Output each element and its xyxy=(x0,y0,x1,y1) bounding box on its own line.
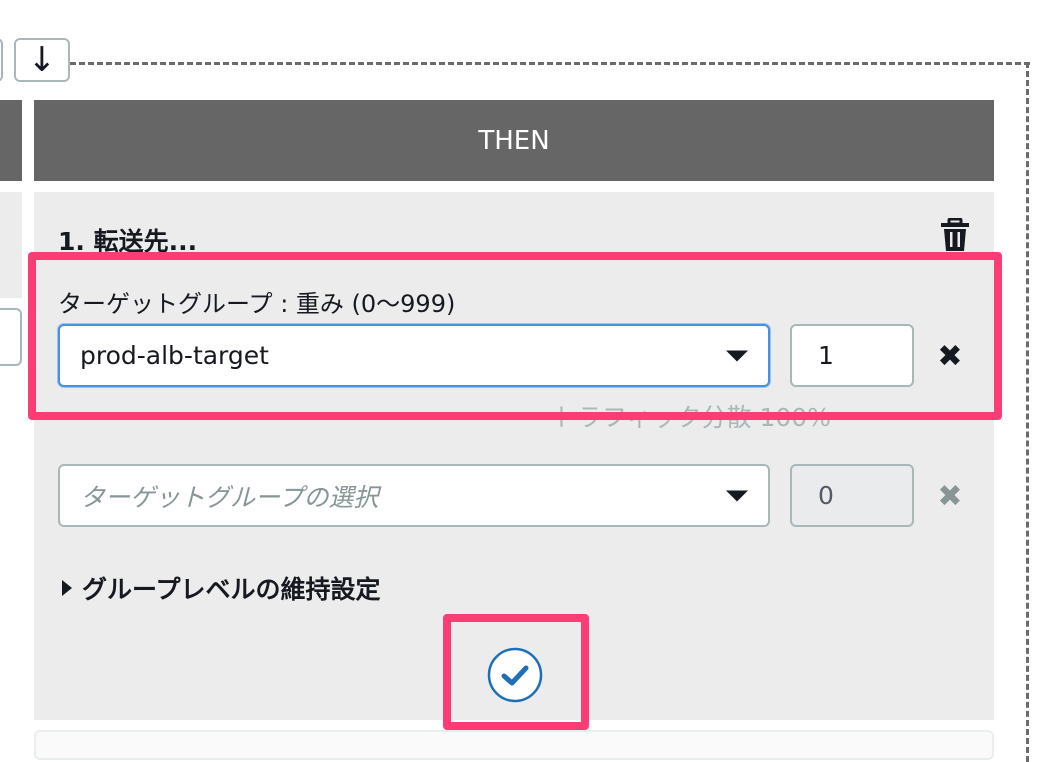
trash-icon[interactable] xyxy=(940,218,970,252)
if-column-header xyxy=(0,100,22,181)
then-header-label: THEN xyxy=(478,125,550,156)
target-group-placeholder: ターゲットグループの選択 xyxy=(80,482,379,512)
target-group-select-empty[interactable]: ターゲットグループの選択 xyxy=(58,464,770,527)
then-column-header: THEN xyxy=(34,100,994,181)
highlight-confirm-button xyxy=(443,614,589,730)
caret-right-icon xyxy=(62,580,72,596)
caret-down-icon xyxy=(726,490,748,501)
rule-container-border-top xyxy=(70,62,1030,65)
move-up-button-edge[interactable] xyxy=(0,38,3,82)
rule-container-border-right xyxy=(1026,62,1029,762)
arrow-down-icon: ↓ xyxy=(27,40,57,80)
highlight-target-row xyxy=(28,252,1002,420)
if-add-button-edge[interactable] xyxy=(0,308,22,366)
move-down-button[interactable]: ↓ xyxy=(14,38,70,82)
if-column-body xyxy=(0,192,22,298)
weight-input-disabled: 0 xyxy=(790,464,914,527)
remove-target-button-disabled: ✖ xyxy=(930,474,970,518)
close-icon: ✖ xyxy=(937,478,963,514)
group-stickiness-label: グループレベルの維持設定 xyxy=(82,575,381,604)
next-action-card xyxy=(34,730,994,760)
group-stickiness-toggle[interactable]: グループレベルの維持設定 xyxy=(62,570,381,606)
